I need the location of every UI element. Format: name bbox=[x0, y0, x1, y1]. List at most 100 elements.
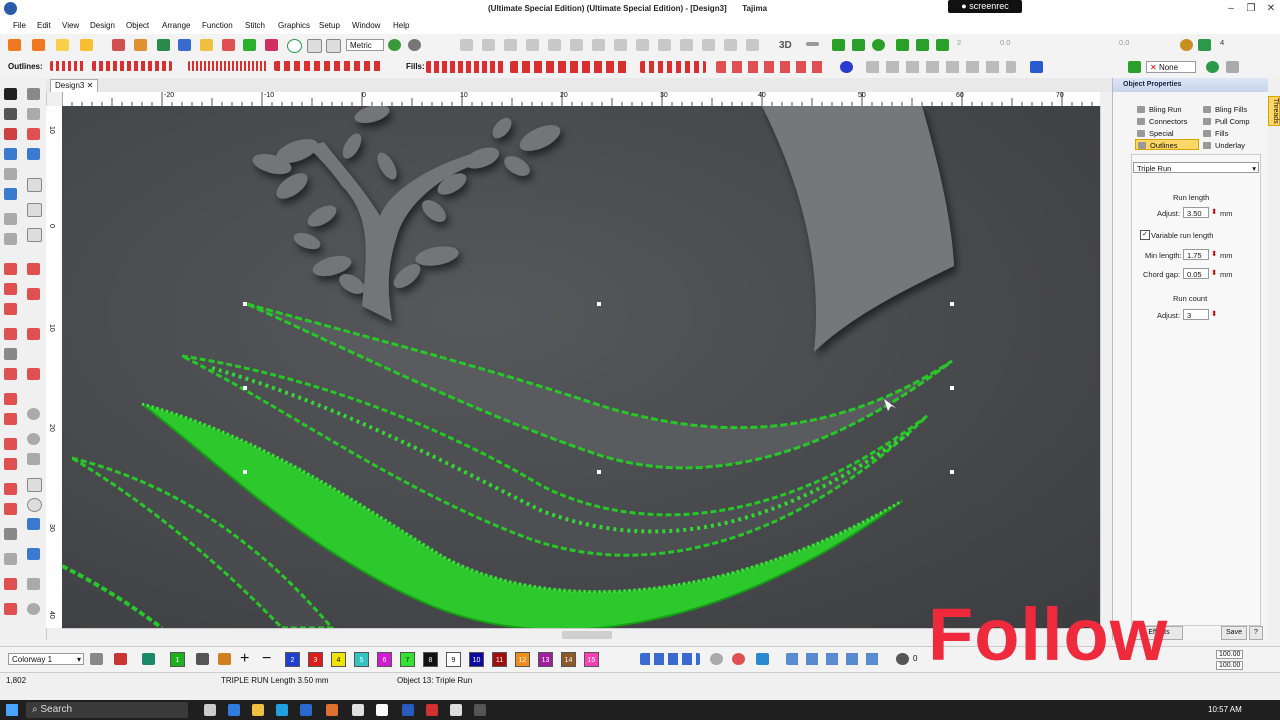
rect-icon[interactable] bbox=[27, 478, 42, 492]
stitch-angle-icon[interactable] bbox=[27, 288, 40, 300]
menu-graphics[interactable]: Graphics bbox=[278, 21, 310, 30]
notepad-icon[interactable] bbox=[376, 704, 388, 716]
threads-tab[interactable]: Threads bbox=[1268, 96, 1280, 126]
start-point-icon[interactable] bbox=[27, 408, 40, 420]
value-b[interactable]: 0.0 bbox=[1119, 38, 1129, 47]
fill-tool-icon[interactable] bbox=[32, 39, 45, 51]
thread-swatch-11[interactable]: 11 bbox=[492, 652, 507, 667]
bling-icon[interactable] bbox=[1030, 61, 1043, 73]
chord-gap-input[interactable]: 0.05 bbox=[1183, 268, 1209, 279]
trim-tool-icon[interactable] bbox=[27, 368, 40, 380]
thread-swatch-4[interactable]: 4 bbox=[331, 652, 346, 667]
lock-icon[interactable] bbox=[658, 39, 671, 51]
break-icon[interactable] bbox=[724, 39, 737, 51]
thread-swatch-6[interactable]: 6 bbox=[377, 652, 392, 667]
tab-tool-icon[interactable] bbox=[4, 528, 17, 540]
pattern-icon[interactable] bbox=[134, 39, 147, 51]
split-icon[interactable] bbox=[27, 263, 40, 275]
wave-5[interactable] bbox=[62, 564, 164, 628]
tab-bling-run[interactable]: Bling Run bbox=[1135, 104, 1201, 115]
record-icon[interactable] bbox=[710, 653, 723, 665]
trim-icon[interactable] bbox=[702, 39, 715, 51]
wave-icon[interactable] bbox=[27, 518, 40, 530]
dash-icon[interactable] bbox=[806, 42, 819, 46]
outline-run-icon[interactable] bbox=[50, 61, 86, 71]
pan-icon[interactable] bbox=[27, 108, 40, 120]
view-icon[interactable] bbox=[27, 603, 40, 615]
menu-stitch[interactable]: Stitch bbox=[245, 21, 265, 30]
3d-view-button[interactable]: 3D bbox=[779, 40, 792, 51]
grid-settings-icon[interactable] bbox=[326, 39, 341, 53]
stitch-player-icon[interactable] bbox=[786, 653, 886, 665]
skew-icon[interactable] bbox=[592, 39, 605, 51]
outline-styles-icon[interactable] bbox=[92, 61, 172, 71]
remove-color-icon[interactable]: − bbox=[262, 650, 271, 668]
tab-underlay[interactable]: Underlay bbox=[1201, 140, 1267, 151]
thread-swatch-10[interactable]: 10 bbox=[469, 652, 484, 667]
triangle-icon[interactable] bbox=[4, 348, 17, 360]
thread-swatch-3[interactable]: 3 bbox=[308, 652, 323, 667]
stitch-count-a[interactable]: 2 bbox=[957, 38, 961, 47]
clock-icon[interactable] bbox=[4, 603, 17, 615]
edge-icon[interactable] bbox=[228, 704, 240, 716]
fit-icon[interactable] bbox=[916, 39, 929, 51]
stepper-icon[interactable]: ⬍ bbox=[1211, 207, 1217, 216]
tab-close-icon[interactable]: ✕ bbox=[87, 81, 94, 90]
wilcom-app-icon[interactable] bbox=[326, 704, 338, 716]
pdf-icon[interactable] bbox=[426, 704, 438, 716]
menu-design[interactable]: Design bbox=[90, 21, 115, 30]
thread-swatch-13[interactable]: 13 bbox=[538, 652, 553, 667]
chrome-icon[interactable] bbox=[352, 704, 364, 716]
thread-swatch-14[interactable]: 14 bbox=[561, 652, 576, 667]
thread-swatch-1[interactable]: 1 bbox=[170, 652, 185, 667]
gear-icon[interactable] bbox=[1180, 39, 1193, 51]
brush-icon[interactable] bbox=[4, 233, 17, 245]
distribute-icon[interactable] bbox=[504, 39, 517, 51]
spiral-icon[interactable] bbox=[27, 548, 40, 560]
trash-icon[interactable] bbox=[756, 653, 769, 665]
add-color-icon[interactable]: + bbox=[240, 650, 249, 668]
align-icon[interactable] bbox=[482, 39, 495, 51]
zoom-icon[interactable] bbox=[27, 88, 40, 100]
menu-object[interactable]: Object bbox=[126, 21, 149, 30]
stitch-count-b[interactable]: 4 bbox=[1220, 38, 1224, 47]
ellipse-icon[interactable] bbox=[27, 498, 42, 512]
browser-icon[interactable] bbox=[276, 704, 288, 716]
lock-tool-icon[interactable] bbox=[27, 578, 40, 590]
tab-outlines[interactable]: Outlines bbox=[1135, 139, 1199, 150]
variable-run-length-checkbox[interactable]: ✓ bbox=[1140, 230, 1150, 240]
close-icon[interactable]: ✕ bbox=[1264, 2, 1278, 15]
spacing-icon[interactable] bbox=[27, 203, 42, 217]
measure-icon[interactable] bbox=[4, 168, 17, 180]
column-tool-icon[interactable] bbox=[56, 39, 69, 51]
tab-pull-comp[interactable]: Pull Comp bbox=[1201, 116, 1267, 127]
applique-icon[interactable] bbox=[1128, 61, 1141, 73]
color-wheel-icon[interactable] bbox=[732, 653, 745, 665]
move-icon[interactable] bbox=[832, 39, 845, 51]
min-length-input[interactable]: 1.75 bbox=[1183, 249, 1209, 260]
nudge-icon[interactable] bbox=[852, 39, 865, 51]
color-grid-icon[interactable] bbox=[114, 653, 127, 665]
join-icon[interactable] bbox=[746, 39, 759, 51]
menu-file[interactable]: File bbox=[13, 21, 26, 30]
fill-patterns-icon[interactable] bbox=[510, 61, 630, 73]
thread-shirt-icon[interactable] bbox=[142, 653, 155, 665]
stepper-icon[interactable]: ⬍ bbox=[1211, 249, 1217, 258]
fill-styles-icon[interactable] bbox=[426, 61, 506, 73]
picture-icon[interactable] bbox=[157, 39, 170, 51]
outline-icon[interactable] bbox=[4, 263, 17, 275]
thread-swatch-12[interactable]: 12 bbox=[515, 652, 530, 667]
paint-bucket-icon[interactable] bbox=[218, 653, 231, 665]
value-a[interactable]: 0.0 bbox=[1000, 38, 1010, 47]
satin-tool-icon[interactable] bbox=[8, 39, 21, 51]
store-icon[interactable] bbox=[300, 704, 312, 716]
center-icon[interactable] bbox=[872, 39, 885, 51]
tie-icon[interactable] bbox=[27, 453, 40, 465]
menu-help[interactable]: Help bbox=[393, 21, 409, 30]
menu-arrange[interactable]: Arrange bbox=[162, 21, 190, 30]
thread-swatch-9[interactable]: 9 bbox=[446, 652, 461, 667]
scale-input-b[interactable]: 100.00 bbox=[1216, 661, 1244, 670]
sequence-tools-icon[interactable] bbox=[640, 653, 700, 665]
satin-column-icon[interactable] bbox=[4, 328, 17, 340]
magic-wand-icon[interactable] bbox=[4, 578, 17, 590]
